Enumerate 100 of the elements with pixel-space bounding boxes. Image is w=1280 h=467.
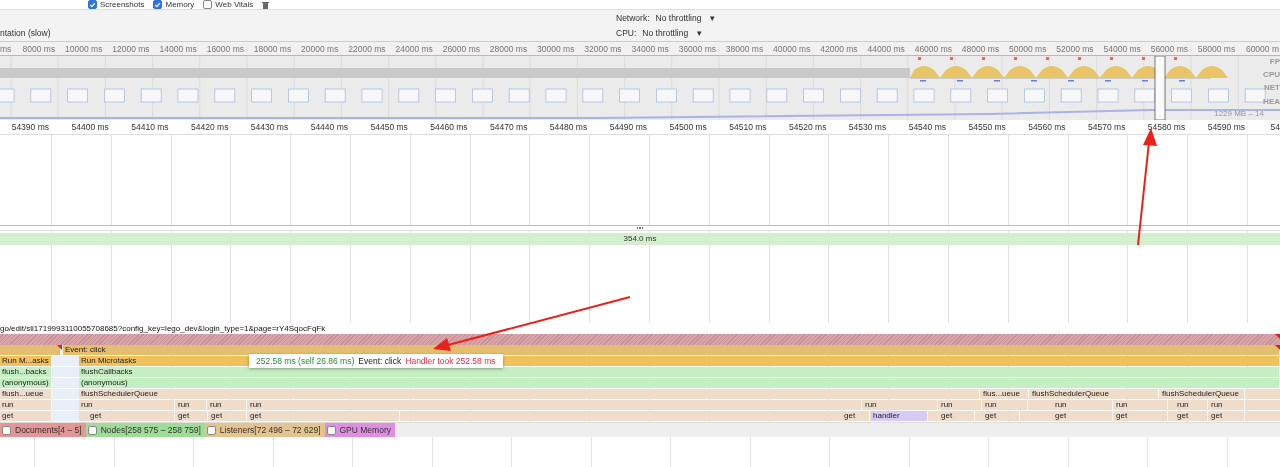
flame-entry[interactable]: run (1053, 400, 1113, 410)
lane-label: HEA (1263, 97, 1280, 106)
flame-entry[interactable]: run (1209, 400, 1245, 410)
flame-entry[interactable]: get (1053, 411, 1113, 421)
flame-entry[interactable]: get (983, 411, 1020, 421)
flame-entry[interactable]: flushSchedulerQueue (1160, 389, 1245, 399)
flame-entry[interactable]: run (208, 400, 247, 410)
flame-entry[interactable]: get (176, 411, 208, 421)
flame-entry[interactable]: get (248, 411, 400, 421)
time-tick: 40000 ms (773, 44, 811, 54)
time-tick: 38000 ms (725, 44, 764, 54)
time-tick: 20000 ms (301, 44, 339, 54)
time-tick: 54390 ms (11, 122, 49, 132)
time-tick: 46000 ms (914, 44, 952, 54)
time-tick: 54420 ms (191, 122, 229, 132)
checkbox[interactable] (326, 425, 336, 435)
throttling-dropdown[interactable]: No throttling ▾ (642, 27, 702, 38)
time-tick: 54430 ms (250, 122, 289, 132)
time-tick: 54540 ms (908, 122, 946, 132)
time-tick: 54400 ms (71, 122, 109, 132)
setting-label: Network: (616, 13, 650, 24)
flame-entry[interactable]: run (983, 400, 1028, 410)
time-tick: 14000 ms (159, 44, 197, 54)
counter-toggle[interactable]: Documents[4 – 5] (0, 423, 86, 437)
counter-toggle[interactable]: Listeners[72 496 – 72 629] (204, 423, 325, 437)
trash-icon[interactable] (262, 1, 270, 9)
flame-entry[interactable]: get (1175, 411, 1208, 421)
counter-toggle[interactable]: GPU Memory (324, 423, 395, 437)
time-tick: 54490 ms (609, 122, 647, 132)
time-tick: 44000 ms (867, 44, 905, 54)
flame-entry[interactable]: flushSchedulerQueue (79, 389, 980, 399)
lane-label: CPU (1263, 70, 1280, 79)
warning-marker (1275, 334, 1280, 339)
flame-entry[interactable]: run (0, 400, 52, 410)
time-tick: 34000 ms (631, 44, 669, 54)
interaction-bar[interactable]: 354.0 ms (0, 233, 1280, 245)
throttling-dropdown[interactable]: No throttling ▾ (655, 13, 715, 24)
checkbox-label: Web Vitals (215, 0, 254, 9)
setting-label: CPU: (616, 27, 637, 38)
time-tick: 24000 ms (395, 44, 433, 54)
flame-entry[interactable]: run (79, 400, 175, 410)
flame-entry[interactable]: get (842, 411, 870, 421)
checkbox[interactable] (153, 0, 163, 9)
flame-entry[interactable]: get (209, 411, 247, 421)
time-tick: 60000 m (1245, 44, 1279, 54)
time-tick: 54560 ms (1028, 122, 1066, 132)
setting-label: ntation (slow) (0, 28, 51, 38)
time-tick: 18000 ms (253, 44, 292, 54)
heap-range: 1229 MB – 14 (1214, 109, 1264, 118)
checkbox[interactable] (2, 425, 11, 435)
time-tick: 58000 ms (1197, 44, 1236, 54)
event-name: Event: click (358, 356, 402, 366)
flame-entry[interactable]: flushCallbacks (79, 367, 1280, 377)
flame-entry[interactable]: handler (871, 411, 928, 421)
checkbox[interactable] (203, 0, 213, 9)
flame-entry[interactable]: run (1114, 400, 1168, 410)
time-tick: 54480 ms (549, 122, 588, 132)
time-tick: 32000 ms (584, 44, 622, 54)
time-tick: 54 (1270, 122, 1280, 132)
flame-entry[interactable]: run (248, 400, 862, 410)
flame-entry[interactable]: (anonymous) (79, 378, 1280, 388)
checkbox[interactable] (88, 0, 97, 9)
time-tick: 54520 ms (789, 122, 827, 132)
warning-marker (57, 345, 62, 350)
checkbox[interactable] (206, 425, 216, 435)
flame-entry[interactable]: Event: click (63, 345, 1280, 355)
time-tick: 54000 ms (1103, 44, 1141, 54)
flame-entry[interactable]: get (0, 411, 52, 421)
flame-entry[interactable]: run (176, 400, 207, 410)
time-tick: 56000 ms (1150, 44, 1188, 54)
time-tick: 54510 ms (729, 122, 767, 132)
flame-entry[interactable]: (anonymous) (0, 378, 52, 388)
time-tick: 48000 ms (961, 44, 1000, 54)
checkbox-label: Memory (165, 0, 195, 9)
time-tick: 52000 ms (1056, 44, 1094, 54)
time-tick: ms (0, 44, 12, 54)
flame-entry[interactable]: Run M...asks (0, 356, 52, 366)
flame-entry[interactable]: run (863, 400, 938, 410)
time-tick: 54590 ms (1207, 122, 1245, 132)
time-tick: 16000 ms (206, 44, 244, 54)
warning-text: Handler took 252.58 ms (405, 356, 496, 366)
lane-label: NET (1264, 83, 1280, 92)
flame-entry[interactable]: run (939, 400, 982, 410)
counter-toggle[interactable]: Nodes[258 575 – 258 759] (85, 423, 205, 437)
lane-label: FP (1269, 57, 1280, 66)
flame-entry[interactable]: get (1209, 411, 1245, 421)
time-tick: 54570 ms (1088, 122, 1126, 132)
flame-entry[interactable]: flushSchedulerQueue (1030, 389, 1159, 399)
time-tick: 8000 ms (22, 44, 56, 54)
flame-entry[interactable]: run (1175, 400, 1208, 410)
flame-entry[interactable]: get (1114, 411, 1168, 421)
flame-entry[interactable]: flus...ueue (981, 389, 1029, 399)
flame-entry[interactable]: flush...backs (0, 367, 52, 377)
time-tick: 54460 ms (430, 122, 468, 132)
time-tick: 42000 ms (820, 44, 858, 54)
flame-entry[interactable]: get (939, 411, 975, 421)
flame-entry[interactable]: get (88, 411, 175, 421)
time-tick: 36000 ms (678, 44, 716, 54)
checkbox[interactable] (87, 425, 97, 435)
flame-entry[interactable]: flush...ueue (0, 389, 52, 399)
